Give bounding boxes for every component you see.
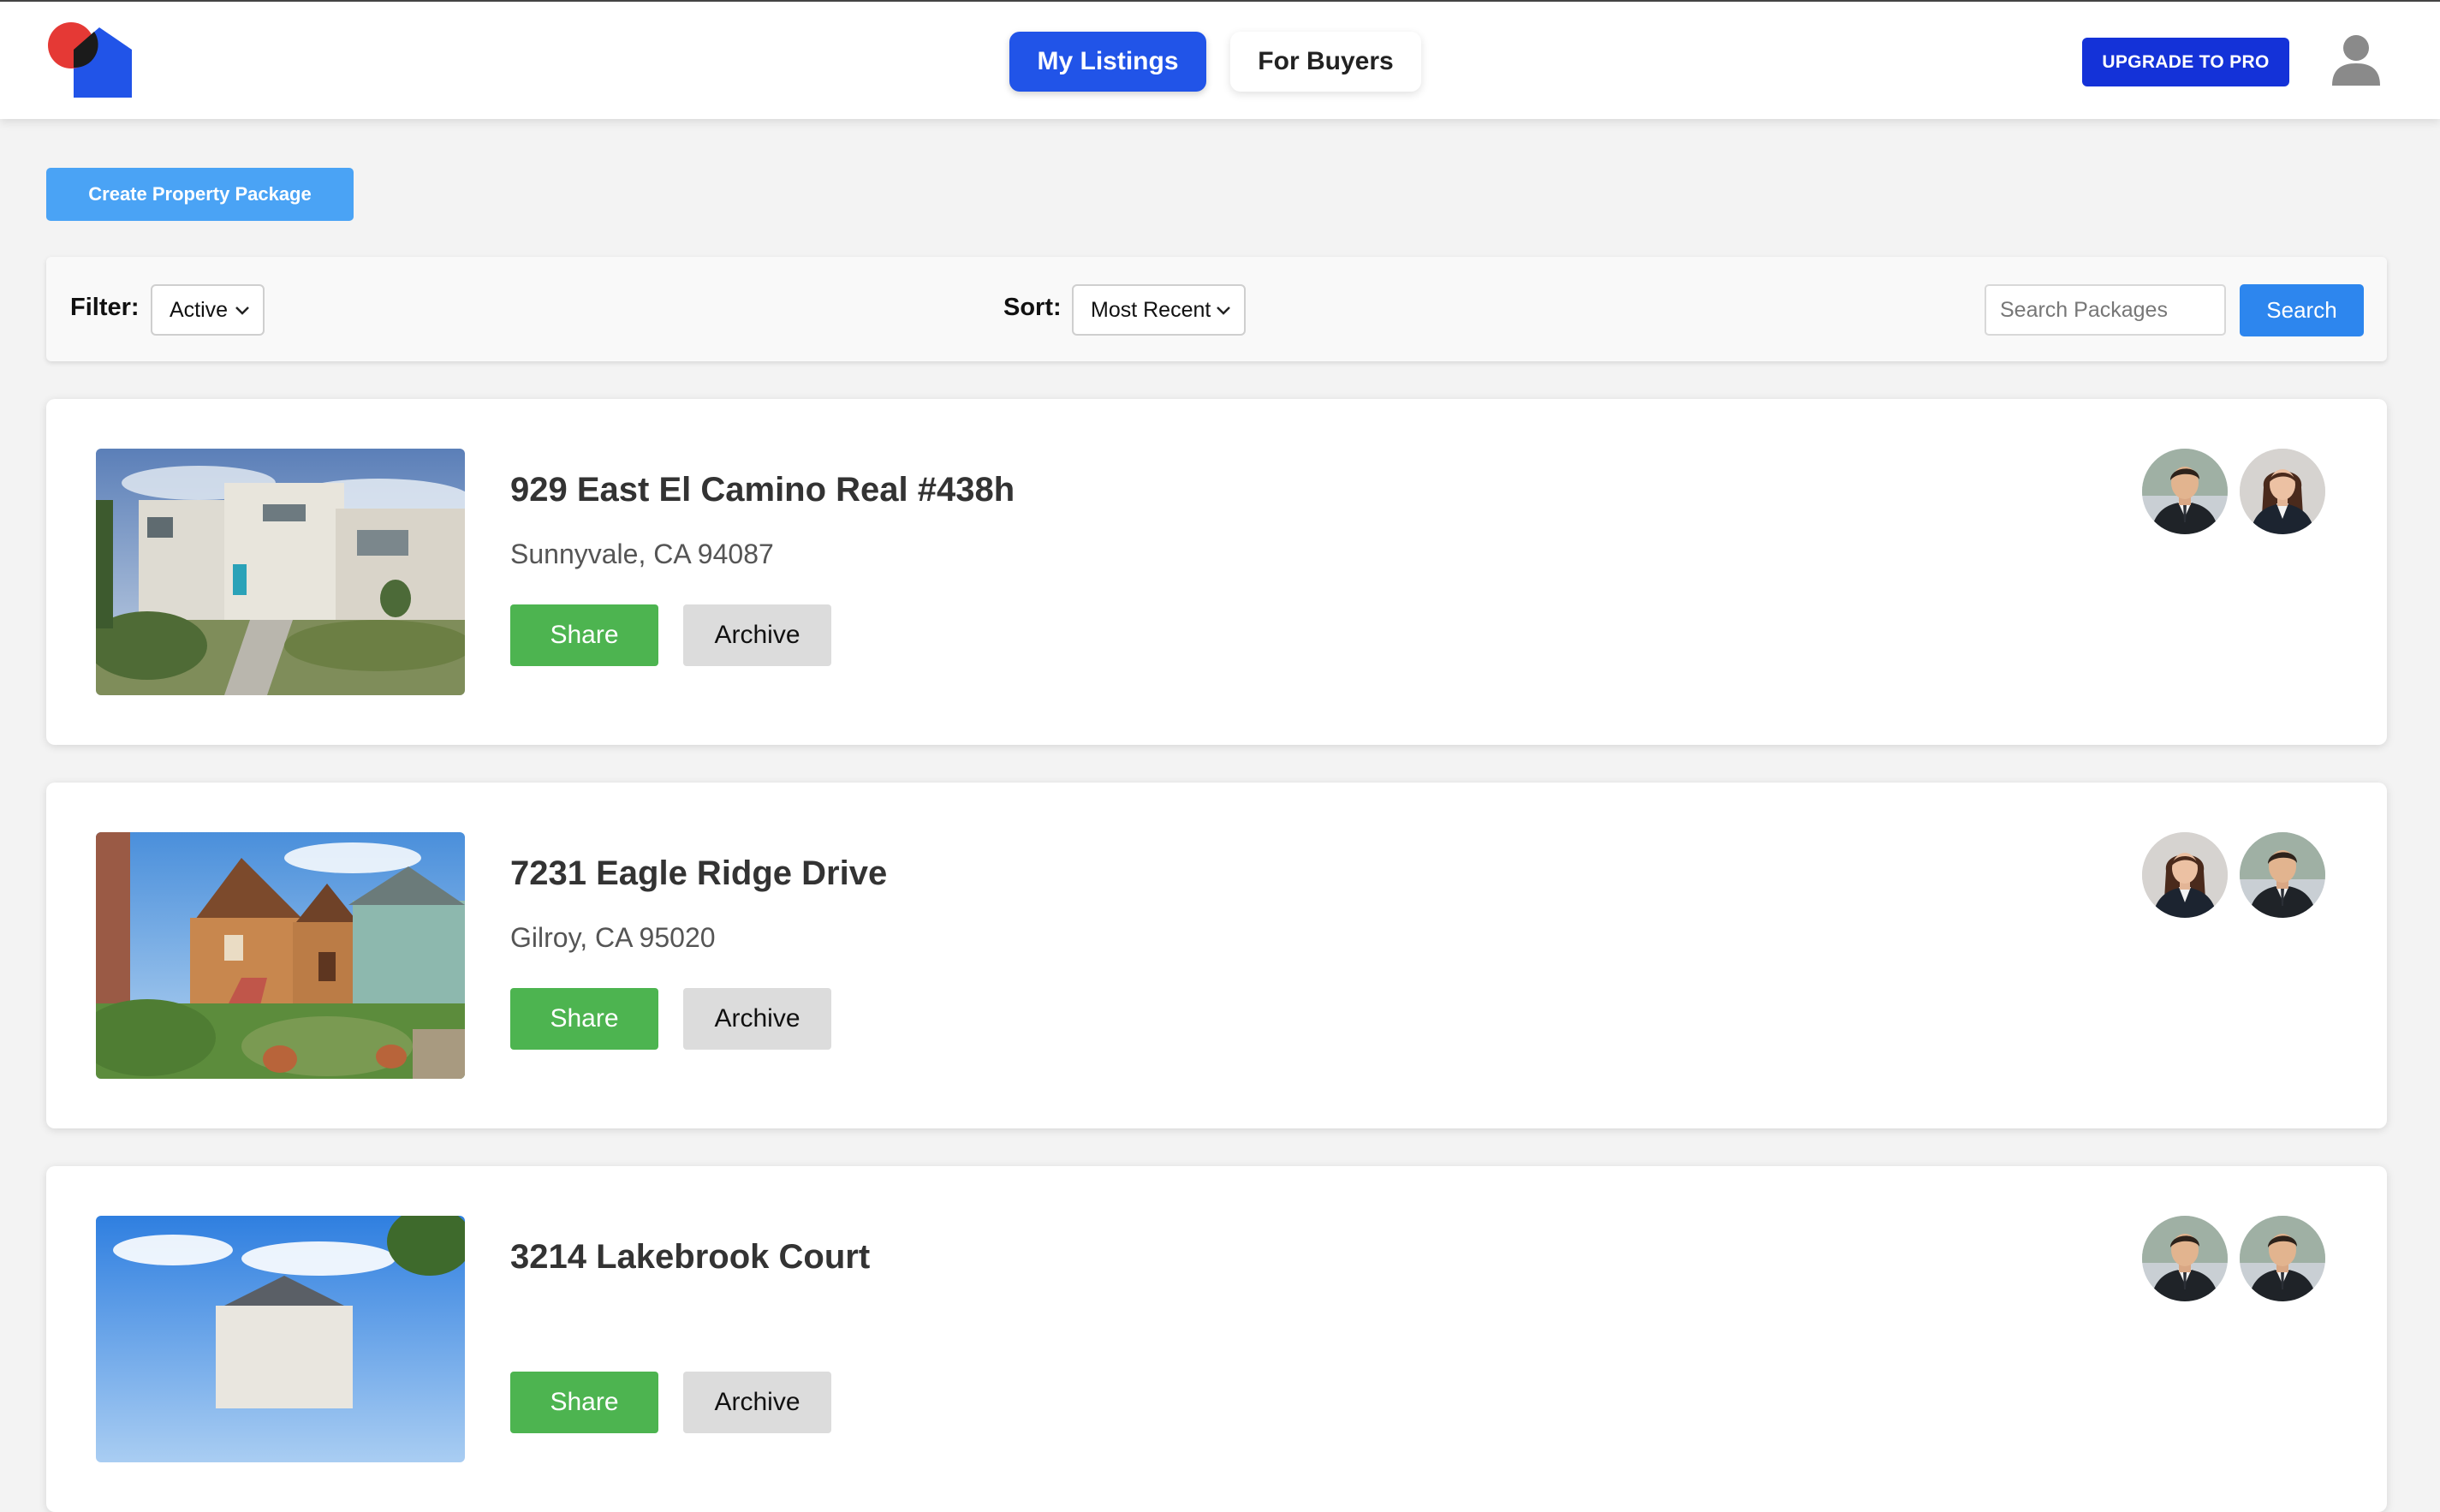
- listing-card: 3214 Lakebrook Court Share Archive: [46, 1166, 2387, 1512]
- agent-avatar[interactable]: [2142, 1216, 2228, 1301]
- search-button[interactable]: Search: [2240, 284, 2364, 336]
- house-logo-icon[interactable]: [48, 22, 135, 99]
- agent-avatar[interactable]: [2240, 1216, 2325, 1301]
- chevron-down-icon: [1217, 307, 1230, 315]
- upgrade-to-pro-button[interactable]: UPGRADE TO PRO: [2082, 38, 2289, 86]
- archive-button[interactable]: Archive: [683, 1372, 831, 1433]
- share-button[interactable]: Share: [510, 1372, 658, 1433]
- chevron-down-icon: [235, 307, 249, 315]
- filter-bar: Filter: Active Sort: Most Recent Search: [46, 257, 2387, 361]
- listing-location: Gilroy, CA 95020: [510, 922, 716, 953]
- share-button[interactable]: Share: [510, 988, 658, 1050]
- agent-avatar[interactable]: [2142, 449, 2228, 534]
- create-property-package-button[interactable]: Create Property Package: [46, 168, 354, 221]
- filter-select-value: Active: [170, 297, 229, 322]
- user-icon[interactable]: [2332, 34, 2380, 86]
- share-button[interactable]: Share: [510, 604, 658, 666]
- sort-label: Sort:: [1003, 294, 1062, 321]
- top-header: My Listings For Buyers UPGRADE TO PRO: [0, 0, 2440, 119]
- filter-select[interactable]: Active: [151, 284, 265, 336]
- filter-label: Filter:: [70, 294, 140, 321]
- listing-title[interactable]: 929 East El Camino Real #438h: [510, 471, 1015, 509]
- property-photo[interactable]: [96, 1216, 465, 1462]
- tab-my-listings[interactable]: My Listings: [1009, 32, 1206, 92]
- property-photo[interactable]: [96, 832, 465, 1079]
- listing-title[interactable]: 3214 Lakebrook Court: [510, 1238, 870, 1277]
- sort-select[interactable]: Most Recent: [1072, 284, 1246, 336]
- listing-location: Sunnyvale, CA 94087: [510, 539, 774, 569]
- search-input[interactable]: [1985, 284, 2226, 336]
- property-photo[interactable]: [96, 449, 465, 695]
- tab-for-buyers[interactable]: For Buyers: [1230, 32, 1421, 92]
- agent-avatar[interactable]: [2240, 832, 2325, 918]
- sort-select-value: Most Recent: [1091, 297, 1211, 322]
- archive-button[interactable]: Archive: [683, 604, 831, 666]
- archive-button[interactable]: Archive: [683, 988, 831, 1050]
- listing-card: 929 East El Camino Real #438h Sunnyvale,…: [46, 399, 2387, 745]
- listing-title[interactable]: 7231 Eagle Ridge Drive: [510, 854, 887, 893]
- listing-card: 7231 Eagle Ridge Drive Gilroy, CA 95020 …: [46, 783, 2387, 1128]
- agent-avatar[interactable]: [2240, 449, 2325, 534]
- agent-avatar[interactable]: [2142, 832, 2228, 918]
